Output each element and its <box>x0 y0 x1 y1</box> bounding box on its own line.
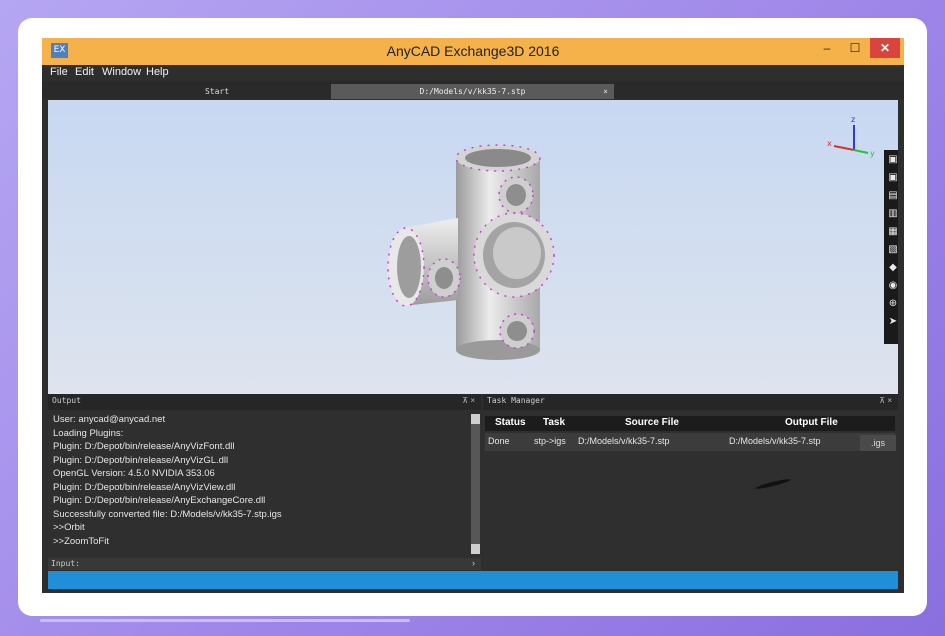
axis-z-label: z <box>851 115 855 124</box>
tab-start[interactable]: Start <box>102 84 332 99</box>
output-title: Output <box>52 396 81 405</box>
menu-edit[interactable]: Edit <box>75 66 94 78</box>
cube-right-icon[interactable]: ▧ <box>887 244 898 256</box>
wireframe-icon[interactable]: ⊕ <box>887 298 898 310</box>
menu-bar: File Edit Window Help <box>42 65 904 81</box>
cube-bottom-icon[interactable]: ▥ <box>887 208 898 220</box>
close-button[interactable]: ✕ <box>870 38 900 58</box>
log-line: Loading Plugins: <box>53 427 124 439</box>
output-header: Output ⊼ × <box>48 394 481 410</box>
log-line: Plugin: D:/Depot/bin/release/AnyVizGL.dl… <box>53 454 229 466</box>
log-line: Successfully converted file: D:/Models/v… <box>53 508 282 520</box>
output-panel: Output ⊼ × User: anycad@anycad.net Loadi… <box>48 394 481 570</box>
shaded-icon[interactable]: ◉ <box>887 280 898 292</box>
cell-overflow: .igs <box>860 435 896 451</box>
output-pin-close[interactable]: ⊼ × <box>462 396 475 405</box>
task-table-header: Status Task Source File Output File <box>485 416 895 431</box>
maximize-button[interactable]: ☐ <box>842 38 868 58</box>
scroll-up-button[interactable] <box>471 414 480 424</box>
task-manager-header: Task Manager ⊼ × <box>483 394 898 410</box>
log-line: User: anycad@anycad.net <box>53 414 166 425</box>
log-line: Plugin: D:/Depot/bin/release/AnyVizFont.… <box>53 441 235 452</box>
cell-output: D:/Models/v/kk35-7.stp <box>729 436 821 446</box>
task-manager-panel: Task Manager ⊼ × Status Task Source File… <box>483 394 898 570</box>
column-task[interactable]: Task <box>543 417 565 428</box>
task-manager-pin-close[interactable]: ⊼ × <box>879 396 892 405</box>
cell-source: D:/Models/v/kk35-7.stp <box>578 436 670 446</box>
menu-help[interactable]: Help <box>146 66 169 78</box>
view-toolbar: ▣ ▣ ▤ ▥ ▦ ▧ ◆ ◉ ⊕ ➤ <box>884 150 898 344</box>
minimize-button[interactable]: – <box>814 38 840 58</box>
log-line: Plugin: D:/Depot/bin/release/AnyVizView.… <box>53 481 236 493</box>
title-bar: EX AnyCAD Exchange3D 2016 – ☐ ✕ <box>42 38 904 65</box>
tab-close-icon[interactable]: × <box>603 84 608 99</box>
column-status[interactable]: Status <box>495 417 526 428</box>
select-cursor-icon[interactable]: ➤ <box>887 316 898 328</box>
output-log: User: anycad@anycad.net Loading Plugins:… <box>53 413 463 548</box>
cube-iso-icon[interactable]: ◆ <box>887 262 898 274</box>
column-output-file[interactable]: Output File <box>785 417 838 428</box>
tab-file-label: D:/Models/v/kk35-7.stp <box>419 87 526 96</box>
cube-front-icon[interactable]: ▣ <box>887 154 898 166</box>
cell-task: stp->igs <box>534 436 566 446</box>
model-render: z x y <box>387 115 875 360</box>
scroll-down-button[interactable] <box>471 544 480 554</box>
chevron-right-icon: › <box>472 558 475 568</box>
axis-y-label: y <box>870 149 875 158</box>
cube-back-icon[interactable]: ▣ <box>887 172 898 184</box>
3d-viewport[interactable]: z x y ▣ ▣ ▤ ▥ ▦ ▧ ◆ ◉ ⊕ ➤ <box>48 100 898 394</box>
log-line: Plugin: D:/Depot/bin/release/AnyExchange… <box>53 495 266 506</box>
status-bar <box>48 571 898 589</box>
command-input[interactable]: Input: › <box>48 558 481 570</box>
cube-left-icon[interactable]: ▦ <box>887 226 898 238</box>
axis-triad: z x y <box>827 115 875 158</box>
window-title: AnyCAD Exchange3D 2016 <box>386 43 560 59</box>
decorative-underline <box>40 619 410 622</box>
output-scrollbar[interactable] <box>471 414 480 554</box>
app-window: EX AnyCAD Exchange3D 2016 – ☐ ✕ File Edi… <box>42 38 904 593</box>
document-tabs: Start D:/Models/v/kk35-7.stp × <box>42 81 904 99</box>
tab-model-file[interactable]: D:/Models/v/kk35-7.stp × <box>331 84 614 99</box>
cell-status: Done <box>488 436 510 446</box>
table-row[interactable]: Done stp->igs D:/Models/v/kk35-7.stp D:/… <box>485 433 895 451</box>
pipe-fitting-model <box>387 144 555 360</box>
log-line: >>ZoomToFit <box>53 535 109 547</box>
log-line: >>Orbit <box>53 522 85 533</box>
ink-stroke <box>755 477 791 491</box>
axis-x-label: x <box>827 139 832 148</box>
column-source-file[interactable]: Source File <box>625 417 679 428</box>
task-manager-title: Task Manager <box>487 396 545 405</box>
menu-window[interactable]: Window <box>102 66 141 78</box>
menu-file[interactable]: File <box>50 66 68 78</box>
log-line: OpenGL Version: 4.5.0 NVIDIA 353.06 <box>53 468 215 479</box>
input-label: Input: <box>51 559 80 568</box>
cube-top-icon[interactable]: ▤ <box>887 190 898 202</box>
